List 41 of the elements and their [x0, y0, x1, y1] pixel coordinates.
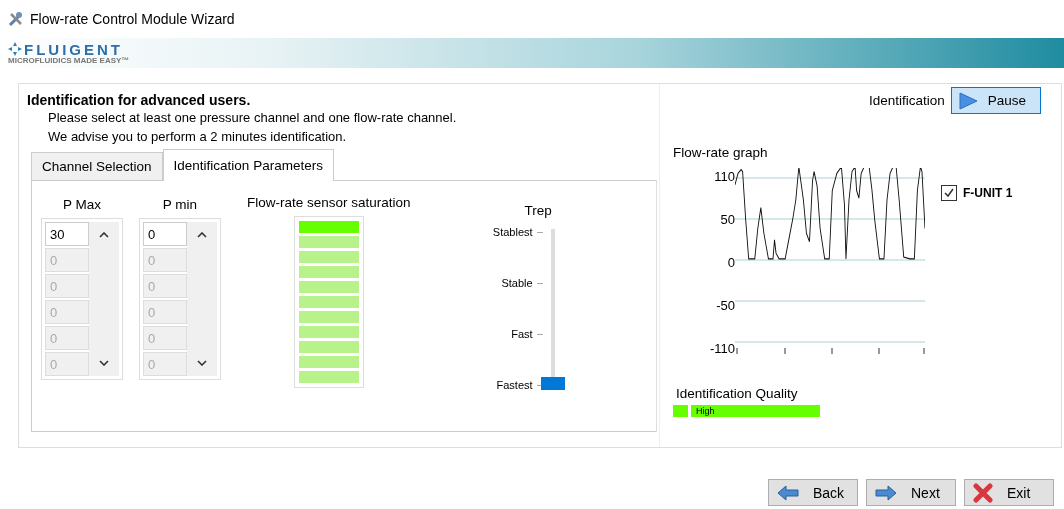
instruction-text: We advise you to perform a 2 minutes identification.	[47, 128, 348, 146]
play-icon	[957, 91, 978, 110]
left-arrow-icon	[777, 484, 799, 501]
slider-title: Trep	[524, 203, 553, 218]
pause-button[interactable]: Pause	[950, 87, 1041, 114]
tick-label: Stable	[501, 277, 533, 289]
tick-label: Stablest	[492, 226, 533, 238]
quality-title: Identification Quality	[675, 386, 799, 401]
logo-icon	[8, 42, 22, 56]
slider-thumb[interactable]	[540, 377, 565, 390]
legend-label: F-UNIT 1	[963, 186, 1013, 200]
quality-indicator	[673, 405, 688, 417]
logo-text: FLUIGENT	[24, 41, 123, 57]
graph-title: Flow-rate graph	[673, 145, 769, 160]
next-button[interactable]: Next	[866, 479, 956, 506]
column-title: Flow-rate sensor saturation	[247, 195, 411, 210]
close-icon	[973, 482, 993, 503]
axis-label: -50	[716, 299, 735, 313]
axis-label: 110	[714, 170, 735, 184]
instruction-text: Please select at least one pressure channel and one flow-rate channel.	[47, 109, 458, 127]
column-title: P min	[162, 197, 198, 212]
right-arrow-icon	[875, 484, 897, 501]
tagline: MICROFLUIDICS MADE EASY™	[8, 56, 130, 65]
tools-icon	[8, 11, 24, 27]
identification-label: Identification	[868, 93, 945, 108]
window-title: Flow-rate Control Module Wizard	[30, 11, 235, 27]
tab[interactable]: Channel Selection	[31, 152, 163, 180]
heading: Identification for advanced users.	[26, 91, 252, 108]
value-field[interactable]: 0	[143, 222, 187, 246]
tab[interactable]: Identification Parameters	[162, 149, 334, 181]
value-field[interactable]: 30	[45, 222, 89, 246]
axis-label: 0	[727, 256, 735, 270]
axis-label: 50	[720, 213, 735, 227]
column-title: P Max	[63, 197, 101, 212]
checkbox[interactable]	[941, 185, 957, 201]
tick-label: Fastest	[496, 379, 533, 391]
tick-label: Fast	[511, 328, 533, 340]
back-button[interactable]: Back	[768, 479, 858, 506]
quality-bar: High	[691, 405, 820, 417]
exit-button[interactable]: Exit	[964, 479, 1054, 506]
axis-label: -110	[709, 342, 735, 356]
